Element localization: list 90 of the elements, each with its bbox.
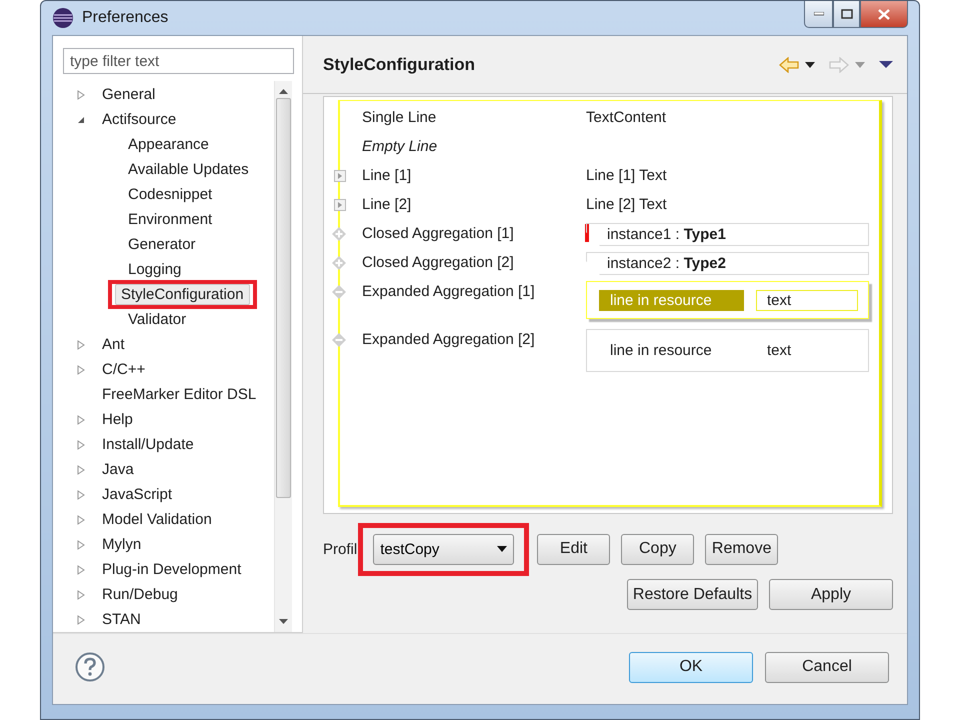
page-title: StyleConfiguration bbox=[323, 54, 476, 74]
view-menu-icon[interactable] bbox=[879, 61, 893, 68]
scroll-down-icon[interactable] bbox=[279, 619, 288, 624]
field-label: Closed Aggregation [1] bbox=[362, 224, 515, 244]
collapsed-arrow-icon[interactable] bbox=[76, 340, 86, 350]
field-label: Single Line bbox=[362, 108, 438, 128]
page-button[interactable]: Apply bbox=[769, 579, 893, 610]
tree-item[interactable]: Java bbox=[96, 459, 140, 480]
back-arrow-icon[interactable] bbox=[779, 56, 799, 72]
scroll-up-icon[interactable] bbox=[279, 89, 288, 94]
collapsed-arrow-icon[interactable] bbox=[76, 90, 86, 100]
field-label: Line [1] bbox=[362, 166, 412, 186]
dialog-button[interactable]: OK bbox=[629, 652, 753, 682]
filter-field[interactable]: type filter text bbox=[63, 48, 294, 74]
field-value: Line [2] Text bbox=[586, 195, 668, 215]
page-button[interactable]: Restore Defaults bbox=[627, 579, 758, 610]
help-icon[interactable] bbox=[75, 652, 105, 682]
field-label: Expanded Aggregation [1] bbox=[362, 282, 536, 302]
dropdown-caret-icon bbox=[497, 546, 508, 552]
tree-item[interactable]: Run/Debug bbox=[96, 584, 184, 605]
dialog-button[interactable]: Cancel bbox=[765, 652, 889, 682]
expand-icon[interactable] bbox=[332, 256, 346, 270]
collapsed-arrow-icon[interactable] bbox=[76, 614, 86, 624]
collapsed-arrow-icon[interactable] bbox=[76, 440, 86, 450]
tree-item[interactable]: Validator bbox=[122, 309, 192, 330]
collapsed-arrow-icon[interactable] bbox=[76, 514, 86, 524]
aggregation-block[interactable]: line in resource text bbox=[586, 329, 869, 372]
tree-item[interactable]: Model Validation bbox=[96, 509, 218, 530]
expanded-arrow-icon[interactable] bbox=[76, 114, 86, 124]
error-marker bbox=[585, 224, 589, 242]
tree-item[interactable]: Ant bbox=[96, 334, 131, 355]
profile-button[interactable]: Remove bbox=[705, 534, 778, 564]
aggregation-cell: line in resource bbox=[599, 290, 744, 310]
expand-icon[interactable] bbox=[332, 227, 346, 241]
scrollbar-thumb[interactable] bbox=[276, 98, 291, 498]
scrollbar[interactable] bbox=[274, 81, 292, 632]
tree-item[interactable]: Appearance bbox=[122, 134, 215, 155]
aggregation-block[interactable]: line in resource text bbox=[586, 281, 869, 319]
field-label: Empty Line bbox=[362, 137, 438, 157]
field-value: TextContent bbox=[586, 108, 668, 128]
profile-label: Profil bbox=[323, 540, 358, 558]
tree-item[interactable]: FreeMarker Editor DSL bbox=[96, 384, 262, 405]
eclipse-logo-icon bbox=[52, 7, 74, 29]
field-label: Expanded Aggregation [2] bbox=[362, 330, 536, 350]
maximize-icon bbox=[840, 9, 852, 19]
expand-icon[interactable] bbox=[334, 199, 346, 211]
profile-button[interactable]: Edit bbox=[537, 534, 610, 564]
tree-item[interactable]: JavaScript bbox=[96, 484, 178, 505]
close-icon bbox=[878, 8, 890, 20]
collapsed-arrow-icon[interactable] bbox=[76, 414, 86, 424]
maximize-button[interactable] bbox=[833, 1, 860, 28]
expand-icon[interactable] bbox=[334, 170, 346, 182]
tree-item[interactable]: Codesnippet bbox=[122, 184, 218, 205]
collapse-icon[interactable] bbox=[332, 333, 346, 347]
tree-item[interactable]: Generator bbox=[122, 234, 202, 255]
collapse-icon[interactable] bbox=[332, 285, 346, 299]
tree-item[interactable]: Help bbox=[96, 409, 139, 430]
profile-button[interactable]: Copy bbox=[621, 534, 694, 564]
collapsed-arrow-icon[interactable] bbox=[76, 490, 86, 500]
tree-item[interactable]: C/C++ bbox=[96, 359, 152, 380]
instance-reference[interactable]: instance1 : Type1 bbox=[586, 223, 869, 246]
tree-item[interactable]: Actifsource bbox=[96, 109, 182, 130]
tree-item[interactable]: Plug-in Development bbox=[96, 559, 248, 580]
field-label: Closed Aggregation [2] bbox=[362, 253, 515, 273]
aggregation-cell: text bbox=[756, 290, 858, 310]
instance-reference[interactable]: instance2 : Type2 bbox=[586, 252, 869, 275]
field-value: Line [1] Text bbox=[586, 166, 668, 186]
dropdown-caret-icon[interactable] bbox=[805, 62, 815, 68]
profile-dropdown[interactable]: testCopy bbox=[373, 534, 514, 564]
tree-item[interactable]: StyleConfiguration bbox=[115, 284, 250, 305]
field-label: Line [2] bbox=[362, 195, 412, 215]
collapsed-arrow-icon[interactable] bbox=[76, 540, 86, 550]
tree-item[interactable]: Install/Update bbox=[96, 434, 200, 455]
collapsed-arrow-icon[interactable] bbox=[76, 464, 86, 474]
tree-item[interactable]: Available Updates bbox=[122, 159, 255, 180]
close-button[interactable] bbox=[860, 1, 908, 28]
minimize-button[interactable] bbox=[804, 1, 833, 28]
tree-item[interactable]: General bbox=[96, 84, 162, 105]
aggregation-cell-text: line in resource bbox=[609, 341, 713, 361]
collapsed-arrow-icon[interactable] bbox=[76, 364, 86, 374]
aggregation-cell-text: text bbox=[766, 341, 792, 361]
forward-arrow-icon[interactable] bbox=[829, 56, 849, 72]
collapsed-arrow-icon[interactable] bbox=[76, 590, 86, 600]
window-title: Preferences bbox=[82, 9, 168, 27]
tree-item[interactable]: Environment bbox=[122, 209, 218, 230]
tree-item[interactable]: STAN bbox=[96, 609, 147, 630]
collapsed-arrow-icon[interactable] bbox=[76, 564, 86, 574]
tree-item[interactable]: Logging bbox=[122, 259, 188, 280]
minimize-icon bbox=[814, 12, 824, 16]
tree-item[interactable]: Mylyn bbox=[96, 534, 148, 555]
